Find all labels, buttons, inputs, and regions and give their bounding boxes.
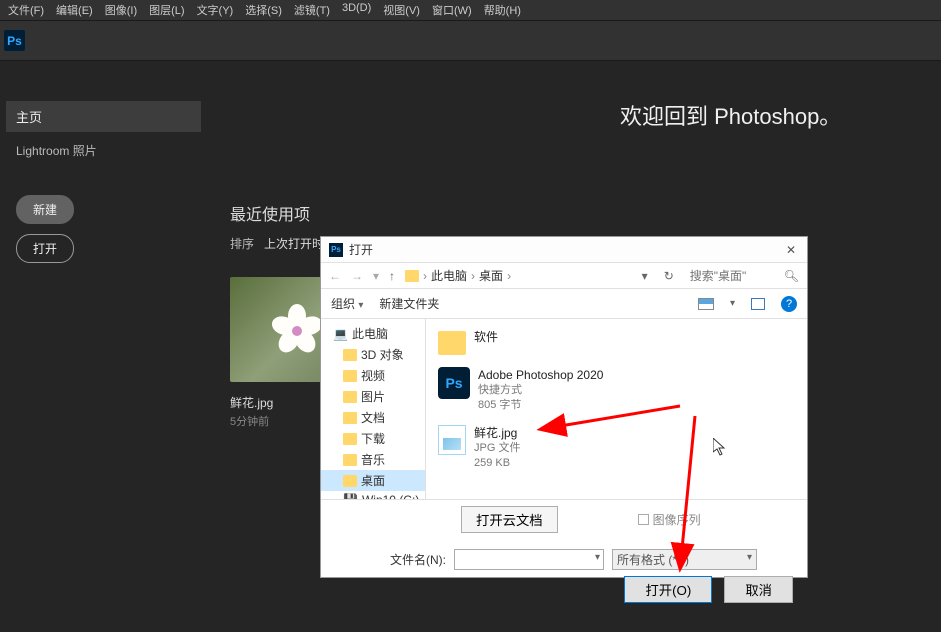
app-toolbar: Ps [0, 21, 941, 61]
dialog-app-icon: Ps [329, 243, 343, 257]
photoshop-logo-icon: Ps [4, 30, 25, 51]
filename-input[interactable] [454, 549, 604, 570]
breadcrumb[interactable]: › 此电脑 › 桌面 › [405, 267, 632, 284]
organize-dropdown[interactable]: 组织 ▾ [331, 295, 363, 312]
chevron-down-icon[interactable]: ▾ [373, 269, 379, 283]
view-mode-button[interactable] [698, 298, 714, 310]
menu-3d[interactable]: 3D(D) [342, 2, 371, 18]
filename-label: 文件名(N): [390, 551, 446, 568]
chevron-down-icon[interactable]: ▾ [730, 298, 735, 309]
nav-back-button[interactable]: ← [329, 269, 341, 283]
dialog-title: 打开 [349, 241, 373, 258]
menu-type[interactable]: 文字(Y) [197, 2, 234, 18]
dialog-open-button[interactable]: 打开(O) [624, 576, 712, 603]
menu-select[interactable]: 选择(S) [245, 2, 282, 18]
file-filter-dropdown[interactable]: 所有格式 (*.*) [612, 549, 757, 570]
menu-help[interactable]: 帮助(H) [484, 2, 521, 18]
dialog-cancel-button[interactable]: 取消 [724, 576, 793, 603]
open-button[interactable]: 打开 [16, 234, 74, 263]
sidebar-item-home[interactable]: 主页 [6, 101, 201, 132]
folder-tree: 💻此电脑 3D 对象 视频 图片 文档 下载 音乐 桌面 💾Win10 (C:) [321, 319, 426, 499]
menu-view[interactable]: 视图(V) [383, 2, 420, 18]
nav-forward-button[interactable]: → [351, 269, 363, 283]
open-cloud-docs-button[interactable]: 打开云文档 [461, 506, 558, 533]
menu-edit[interactable]: 编辑(E) [56, 2, 93, 18]
chevron-down-icon[interactable]: ▾ [642, 269, 648, 283]
refresh-icon[interactable]: ↻ [664, 269, 674, 283]
image-file-icon [438, 425, 466, 455]
image-sequence-checkbox[interactable] [638, 514, 649, 525]
new-button[interactable]: 新建 [16, 195, 74, 224]
home-sidebar: 主页 Lightroom 照片 新建 打开 [6, 101, 201, 263]
menu-file[interactable]: 文件(F) [8, 2, 44, 18]
tree-downloads[interactable]: 下载 [321, 428, 425, 449]
tree-3d-objects[interactable]: 3D 对象 [321, 344, 425, 365]
file-item-jpg[interactable]: 鲜花.jpg JPG 文件 259 KB [434, 421, 799, 475]
folder-icon [405, 270, 419, 282]
dialog-close-button[interactable]: ✕ [783, 242, 799, 258]
file-list: 软件 Ps Adobe Photoshop 2020 快捷方式 805 字节 鲜… [426, 319, 807, 499]
new-folder-button[interactable]: 新建文件夹 [379, 295, 439, 312]
tree-music[interactable]: 音乐 [321, 449, 425, 470]
nav-up-button[interactable]: ↑ [389, 269, 395, 283]
search-input[interactable] [690, 269, 780, 283]
menu-layer[interactable]: 图层(L) [149, 2, 184, 18]
sidebar-item-lightroom[interactable]: Lightroom 照片 [6, 136, 201, 165]
menu-image[interactable]: 图像(I) [105, 2, 137, 18]
photoshop-app-icon: Ps [438, 367, 470, 399]
tree-videos[interactable]: 视频 [321, 365, 425, 386]
menu-bar: 文件(F) 编辑(E) 图像(I) 图层(L) 文字(Y) 选择(S) 滤镜(T… [0, 0, 941, 21]
folder-icon [438, 331, 466, 355]
image-sequence-label: 图像序列 [653, 511, 701, 528]
tree-win10-c[interactable]: 💾Win10 (C:) [321, 491, 425, 499]
file-item-folder[interactable]: 软件 [434, 325, 799, 359]
menu-window[interactable]: 窗口(W) [432, 2, 472, 18]
file-item-photoshop[interactable]: Ps Adobe Photoshop 2020 快捷方式 805 字节 [434, 363, 799, 417]
preview-pane-button[interactable] [751, 298, 765, 310]
tree-pictures[interactable]: 图片 [321, 386, 425, 407]
open-file-dialog: Ps 打开 ✕ ← → ▾ ↑ › 此电脑 › 桌面 › ▾ ↻ 🔍︎ 组织 ▾… [320, 236, 808, 578]
sort-label: 排序 [230, 235, 254, 252]
recent-heading: 最近使用项 [230, 201, 921, 225]
search-icon[interactable]: 🔍︎ [784, 269, 799, 283]
tree-this-pc[interactable]: 💻此电脑 [321, 323, 425, 344]
menu-filter[interactable]: 滤镜(T) [294, 2, 330, 18]
tree-desktop[interactable]: 桌面 [321, 470, 425, 491]
help-icon[interactable]: ? [781, 296, 797, 312]
tree-documents[interactable]: 文档 [321, 407, 425, 428]
cursor-icon [713, 438, 727, 456]
chevron-down-icon[interactable]: ▾ [595, 552, 600, 563]
